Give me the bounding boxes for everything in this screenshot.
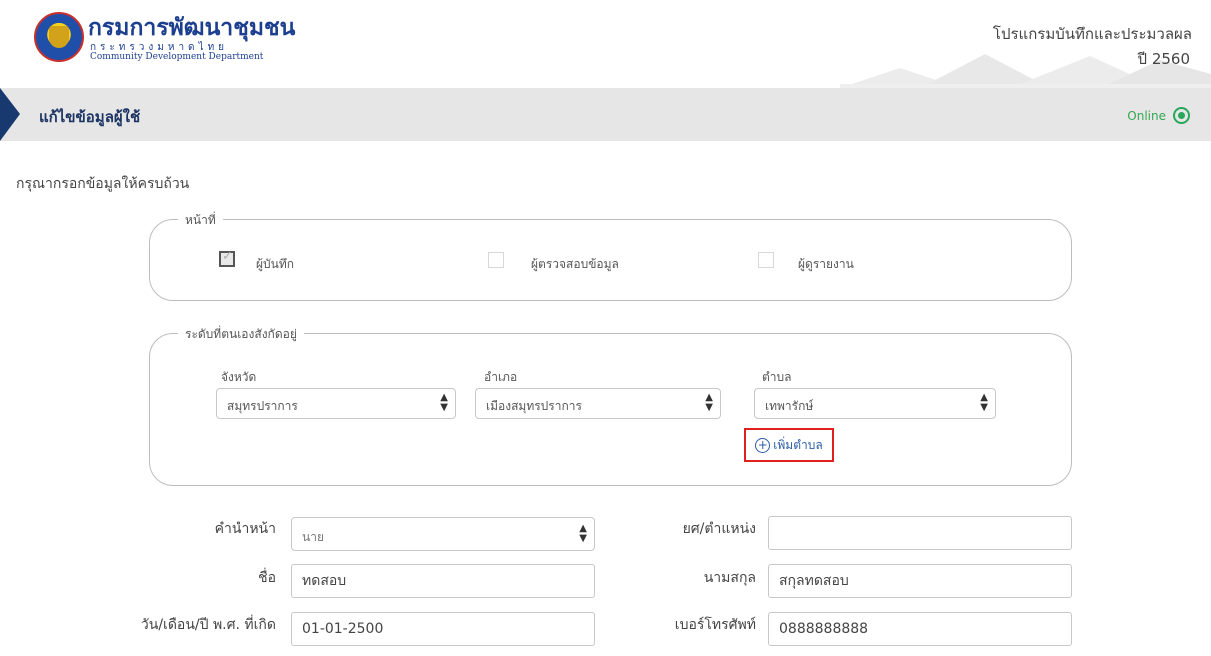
checkbox-verifier[interactable] bbox=[488, 252, 504, 268]
subdistrict-selected-value: เทพารักษ์ bbox=[765, 399, 814, 413]
checkbox-verifier-label: ผู้ตรวจสอบข้อมูล bbox=[531, 257, 619, 271]
prefix-label: คำนำหน้า bbox=[214, 521, 276, 537]
affiliation-level-group: ระดับที่ตนเองสังกัดอยู่ จังหวัด สมุทรปรา… bbox=[149, 325, 1072, 486]
duty-legend: หน้าที่ bbox=[178, 211, 223, 230]
district-selected-value: เมืองสมุทรปราการ bbox=[486, 399, 582, 413]
rank-input[interactable] bbox=[768, 516, 1072, 550]
checkbox-recorder-label: ผู้บันทึก bbox=[256, 257, 295, 271]
duty-group: หน้าที่ ผู้บันทึก ผู้ตรวจสอบข้อมูล ผู้ดู… bbox=[149, 211, 1072, 301]
prefix-select[interactable]: นาย ▲ ▼ bbox=[291, 517, 595, 551]
subdistrict-select[interactable]: เทพารักษ์ ▲ ▼ bbox=[754, 388, 996, 419]
online-status-label: Online bbox=[1127, 109, 1166, 123]
program-name: โปรแกรมบันทึกและประมวลผล bbox=[992, 25, 1192, 43]
add-subdistrict-label: เพิ่มตำบล bbox=[773, 437, 823, 452]
phone-input[interactable] bbox=[768, 612, 1072, 646]
district-select[interactable]: เมืองสมุทรปราการ ▲ ▼ bbox=[475, 388, 721, 419]
form-instruction: กรุณากรอกข้อมูลให้ครบถ้วน bbox=[16, 176, 190, 192]
select-arrows-icon: ▲ ▼ bbox=[980, 392, 988, 413]
lastname-input[interactable] bbox=[768, 564, 1072, 598]
program-year: ปี 2560 bbox=[1137, 50, 1190, 68]
firstname-label: ชื่อ bbox=[258, 570, 276, 586]
add-subdistrict-button[interactable]: + เพิ่มตำบล bbox=[744, 428, 834, 462]
checkbox-recorder[interactable] bbox=[219, 249, 235, 267]
online-status-icon bbox=[1173, 107, 1190, 124]
firstname-input[interactable] bbox=[291, 564, 595, 598]
app-header: กรมการพัฒนาชุมชน กระทรวงมหาดไทย Communit… bbox=[0, 0, 1211, 88]
province-select[interactable]: สมุทรปราการ ▲ ▼ bbox=[216, 388, 456, 419]
title-arrow-icon bbox=[0, 88, 20, 141]
district-label: อำเภอ bbox=[484, 370, 518, 384]
phone-label: เบอร์โทรศัพท์ bbox=[674, 617, 756, 633]
department-emblem-logo bbox=[34, 12, 84, 62]
select-arrows-icon: ▲ ▼ bbox=[440, 392, 448, 413]
lastname-label: นามสกุล bbox=[703, 570, 756, 586]
province-label: จังหวัด bbox=[221, 370, 257, 384]
plus-circle-icon: + bbox=[755, 437, 771, 453]
subdistrict-label: ตำบล bbox=[762, 370, 792, 384]
rank-label: ยศ/ตำแหน่ง bbox=[682, 521, 756, 537]
logo-english-text: Community Development Department bbox=[90, 52, 264, 62]
select-arrows-icon: ▲ ▼ bbox=[705, 392, 713, 413]
select-arrows-icon: ▲ ▼ bbox=[579, 523, 587, 544]
page-title: แก้ไขข้อมูลผู้ใช้ bbox=[39, 108, 141, 126]
birthdate-input[interactable] bbox=[291, 612, 595, 646]
prefix-selected-value: นาย bbox=[302, 530, 324, 544]
affiliation-level-legend: ระดับที่ตนเองสังกัดอยู่ bbox=[178, 325, 304, 344]
province-selected-value: สมุทรปราการ bbox=[227, 399, 298, 413]
checkbox-report-viewer[interactable] bbox=[758, 252, 774, 268]
checkbox-report-viewer-label: ผู้ดูรายงาน bbox=[798, 257, 854, 271]
page-title-bar: แก้ไขข้อมูลผู้ใช้ Online bbox=[0, 88, 1211, 141]
birthdate-label: วัน/เดือน/ปี พ.ศ. ที่เกิด bbox=[140, 617, 276, 633]
